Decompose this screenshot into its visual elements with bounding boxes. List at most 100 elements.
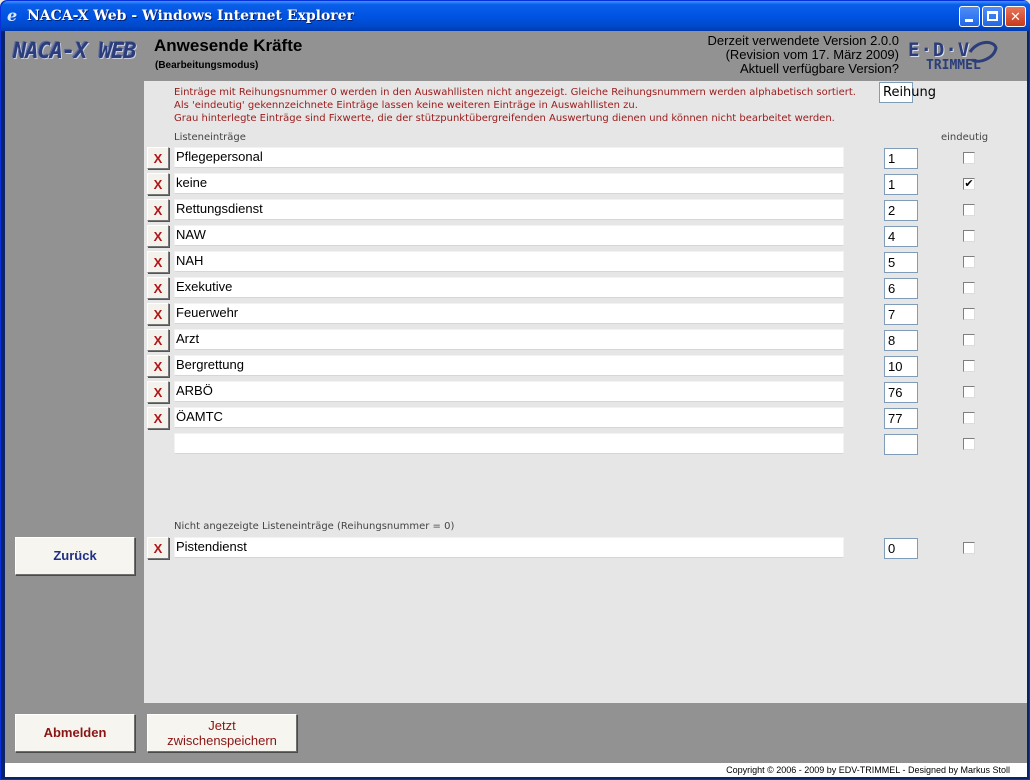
list-entry-row: X keine 1 ✔ xyxy=(144,173,1027,195)
list-entry-row: X Pflegepersonal 1 xyxy=(144,147,1027,169)
entry-name-field[interactable]: Pistendienst xyxy=(174,537,844,558)
entry-rank-field[interactable]: 0 xyxy=(884,538,918,559)
entry-rank-field[interactable]: 1 xyxy=(884,148,918,169)
entry-rank-field[interactable]: 5 xyxy=(884,252,918,273)
info-line-1: Einträge mit Reihungsnummer 0 werden in … xyxy=(174,87,856,98)
delete-entry-button[interactable]: X xyxy=(147,251,169,273)
list-entry-row: X Exekutive 6 xyxy=(144,277,1027,299)
entry-rank-field[interactable]: 7 xyxy=(884,304,918,325)
entry-name-field[interactable]: Bergrettung xyxy=(174,355,844,376)
entry-name-field[interactable]: NAH xyxy=(174,251,844,272)
entry-rank-field[interactable]: 8 xyxy=(884,330,918,351)
delete-entry-button[interactable]: X xyxy=(147,225,169,247)
close-button[interactable]: ✕ xyxy=(1005,6,1026,27)
new-entry-rank-field[interactable] xyxy=(884,434,918,455)
list-entry-row: X Rettungsdienst 2 xyxy=(144,199,1027,221)
list-entry-row: X NAW 4 xyxy=(144,225,1027,247)
entry-rank-field[interactable]: 2 xyxy=(884,200,918,221)
info-text: Einträge mit Reihungsnummer 0 werden in … xyxy=(174,86,856,125)
entry-name-field[interactable]: NAW xyxy=(174,225,844,246)
main-content: Einträge mit Reihungsnummer 0 werden in … xyxy=(144,81,1027,703)
naca-logo: NACA-X WEB xyxy=(13,39,136,64)
entry-unique-checkbox[interactable] xyxy=(963,386,975,398)
hidden-entries-header: Nicht angezeigte Listeneinträge (Reihung… xyxy=(174,521,455,532)
copyright: Copyright © 2006 - 2009 by EDV-TRIMMEL -… xyxy=(5,763,1027,777)
entry-rank-field[interactable]: 10 xyxy=(884,356,918,377)
save-label-line-2: zwischenspeichern xyxy=(167,733,277,748)
entry-unique-checkbox[interactable]: ✔ xyxy=(963,178,975,190)
entry-rank-field[interactable]: 77 xyxy=(884,408,918,429)
column-header-rank: Reihung xyxy=(879,82,936,103)
current-version: Derzeit verwendete Version 2.0.0 xyxy=(707,33,900,48)
delete-entry-button[interactable]: X xyxy=(147,303,169,325)
entry-name-field[interactable]: Exekutive xyxy=(174,277,844,298)
delete-entry-button[interactable]: X xyxy=(147,173,169,195)
minimize-icon xyxy=(965,19,973,22)
maximize-button[interactable] xyxy=(982,6,1003,27)
entry-unique-checkbox[interactable] xyxy=(963,334,975,346)
logout-button[interactable]: Abmelden xyxy=(15,714,135,752)
available-version-link[interactable]: Aktuell verfügbare Version? xyxy=(708,62,899,76)
entry-name-field[interactable]: Rettungsdienst xyxy=(174,199,844,220)
hidden-entry-row: X Pistendienst 0 xyxy=(144,537,1027,559)
entry-unique-checkbox[interactable] xyxy=(963,412,975,424)
page-title: Anwesende Kräfte xyxy=(154,36,303,55)
delete-entry-button[interactable]: X xyxy=(147,537,169,559)
window-title: NACA-X Web - Windows Internet Explorer xyxy=(27,8,354,24)
list-entry-row: X Arzt 8 xyxy=(144,329,1027,351)
delete-entry-button[interactable]: X xyxy=(147,147,169,169)
new-entry-row xyxy=(144,433,1027,455)
minimize-button[interactable] xyxy=(959,6,980,27)
list-entry-row: X ÖAMTC 77 xyxy=(144,407,1027,429)
list-entry-row: X Bergrettung 10 xyxy=(144,355,1027,377)
entry-name-field[interactable]: ÖAMTC xyxy=(174,407,844,428)
entry-unique-checkbox[interactable] xyxy=(963,360,975,372)
entry-name-field[interactable]: keine xyxy=(174,173,844,194)
revision-date: (Revision vom 17. März 2009) xyxy=(725,47,899,62)
entry-rank-field[interactable]: 76 xyxy=(884,382,918,403)
entry-name-field[interactable]: Feuerwehr xyxy=(174,303,844,324)
delete-entry-button[interactable]: X xyxy=(147,355,169,377)
brand-swoosh-icon xyxy=(968,41,998,63)
info-line-3: Grau hinterlegte Einträge sind Fixwerte,… xyxy=(174,113,835,124)
delete-entry-button[interactable]: X xyxy=(147,407,169,429)
page-subtitle: (Bearbeitungsmodus) xyxy=(155,60,259,71)
save-draft-button[interactable]: Jetzt zwischenspeichern xyxy=(147,714,297,752)
entry-rank-field[interactable]: 6 xyxy=(884,278,918,299)
edv-trimmel-logo: E·D·V TRIMMEL xyxy=(908,36,998,74)
page-client-area: NACA-X WEB Anwesende Kräfte (Bearbeitung… xyxy=(5,31,1027,777)
entry-rank-field[interactable]: 4 xyxy=(884,226,918,247)
entry-unique-checkbox[interactable] xyxy=(963,256,975,268)
new-entry-unique-checkbox[interactable] xyxy=(963,438,975,450)
close-icon: ✕ xyxy=(1010,9,1021,24)
delete-entry-button[interactable]: X xyxy=(147,277,169,299)
delete-entry-button[interactable]: X xyxy=(147,329,169,351)
version-info: Derzeit verwendete Version 2.0.0 (Revisi… xyxy=(708,34,900,76)
browser-window: e NACA-X Web - Windows Internet Explorer… xyxy=(0,0,1030,780)
ie-icon: e xyxy=(7,6,18,25)
page-footer: Abmelden Jetzt zwischenspeichern Copyrig… xyxy=(5,703,1027,777)
save-label-line-1: Jetzt xyxy=(208,718,236,733)
entry-unique-checkbox[interactable] xyxy=(963,204,975,216)
maximize-icon xyxy=(987,11,998,21)
entry-name-field[interactable]: Pflegepersonal xyxy=(174,147,844,168)
left-sidebar: Zurück xyxy=(5,81,144,703)
entry-unique-checkbox[interactable] xyxy=(963,542,975,554)
entry-name-field[interactable]: ARBÖ xyxy=(174,381,844,402)
entry-unique-checkbox[interactable] xyxy=(963,230,975,242)
column-header-entries: Listeneinträge xyxy=(174,132,246,143)
new-entry-name-field[interactable] xyxy=(174,433,844,454)
list-entry-row: X Feuerwehr 7 xyxy=(144,303,1027,325)
entry-name-field[interactable]: Arzt xyxy=(174,329,844,350)
entry-rank-field[interactable]: 1 xyxy=(884,174,918,195)
info-line-2: Als 'eindeutig' gekennzeichnete Einträge… xyxy=(174,100,638,111)
back-button[interactable]: Zurück xyxy=(15,537,135,575)
entry-unique-checkbox[interactable] xyxy=(963,282,975,294)
delete-entry-button[interactable]: X xyxy=(147,381,169,403)
list-entry-row: X ARBÖ 76 xyxy=(144,381,1027,403)
entry-unique-checkbox[interactable] xyxy=(963,308,975,320)
title-bar[interactable]: e NACA-X Web - Windows Internet Explorer… xyxy=(1,1,1030,31)
page-header: NACA-X WEB Anwesende Kräfte (Bearbeitung… xyxy=(5,31,1027,81)
delete-entry-button[interactable]: X xyxy=(147,199,169,221)
entry-unique-checkbox[interactable] xyxy=(963,152,975,164)
